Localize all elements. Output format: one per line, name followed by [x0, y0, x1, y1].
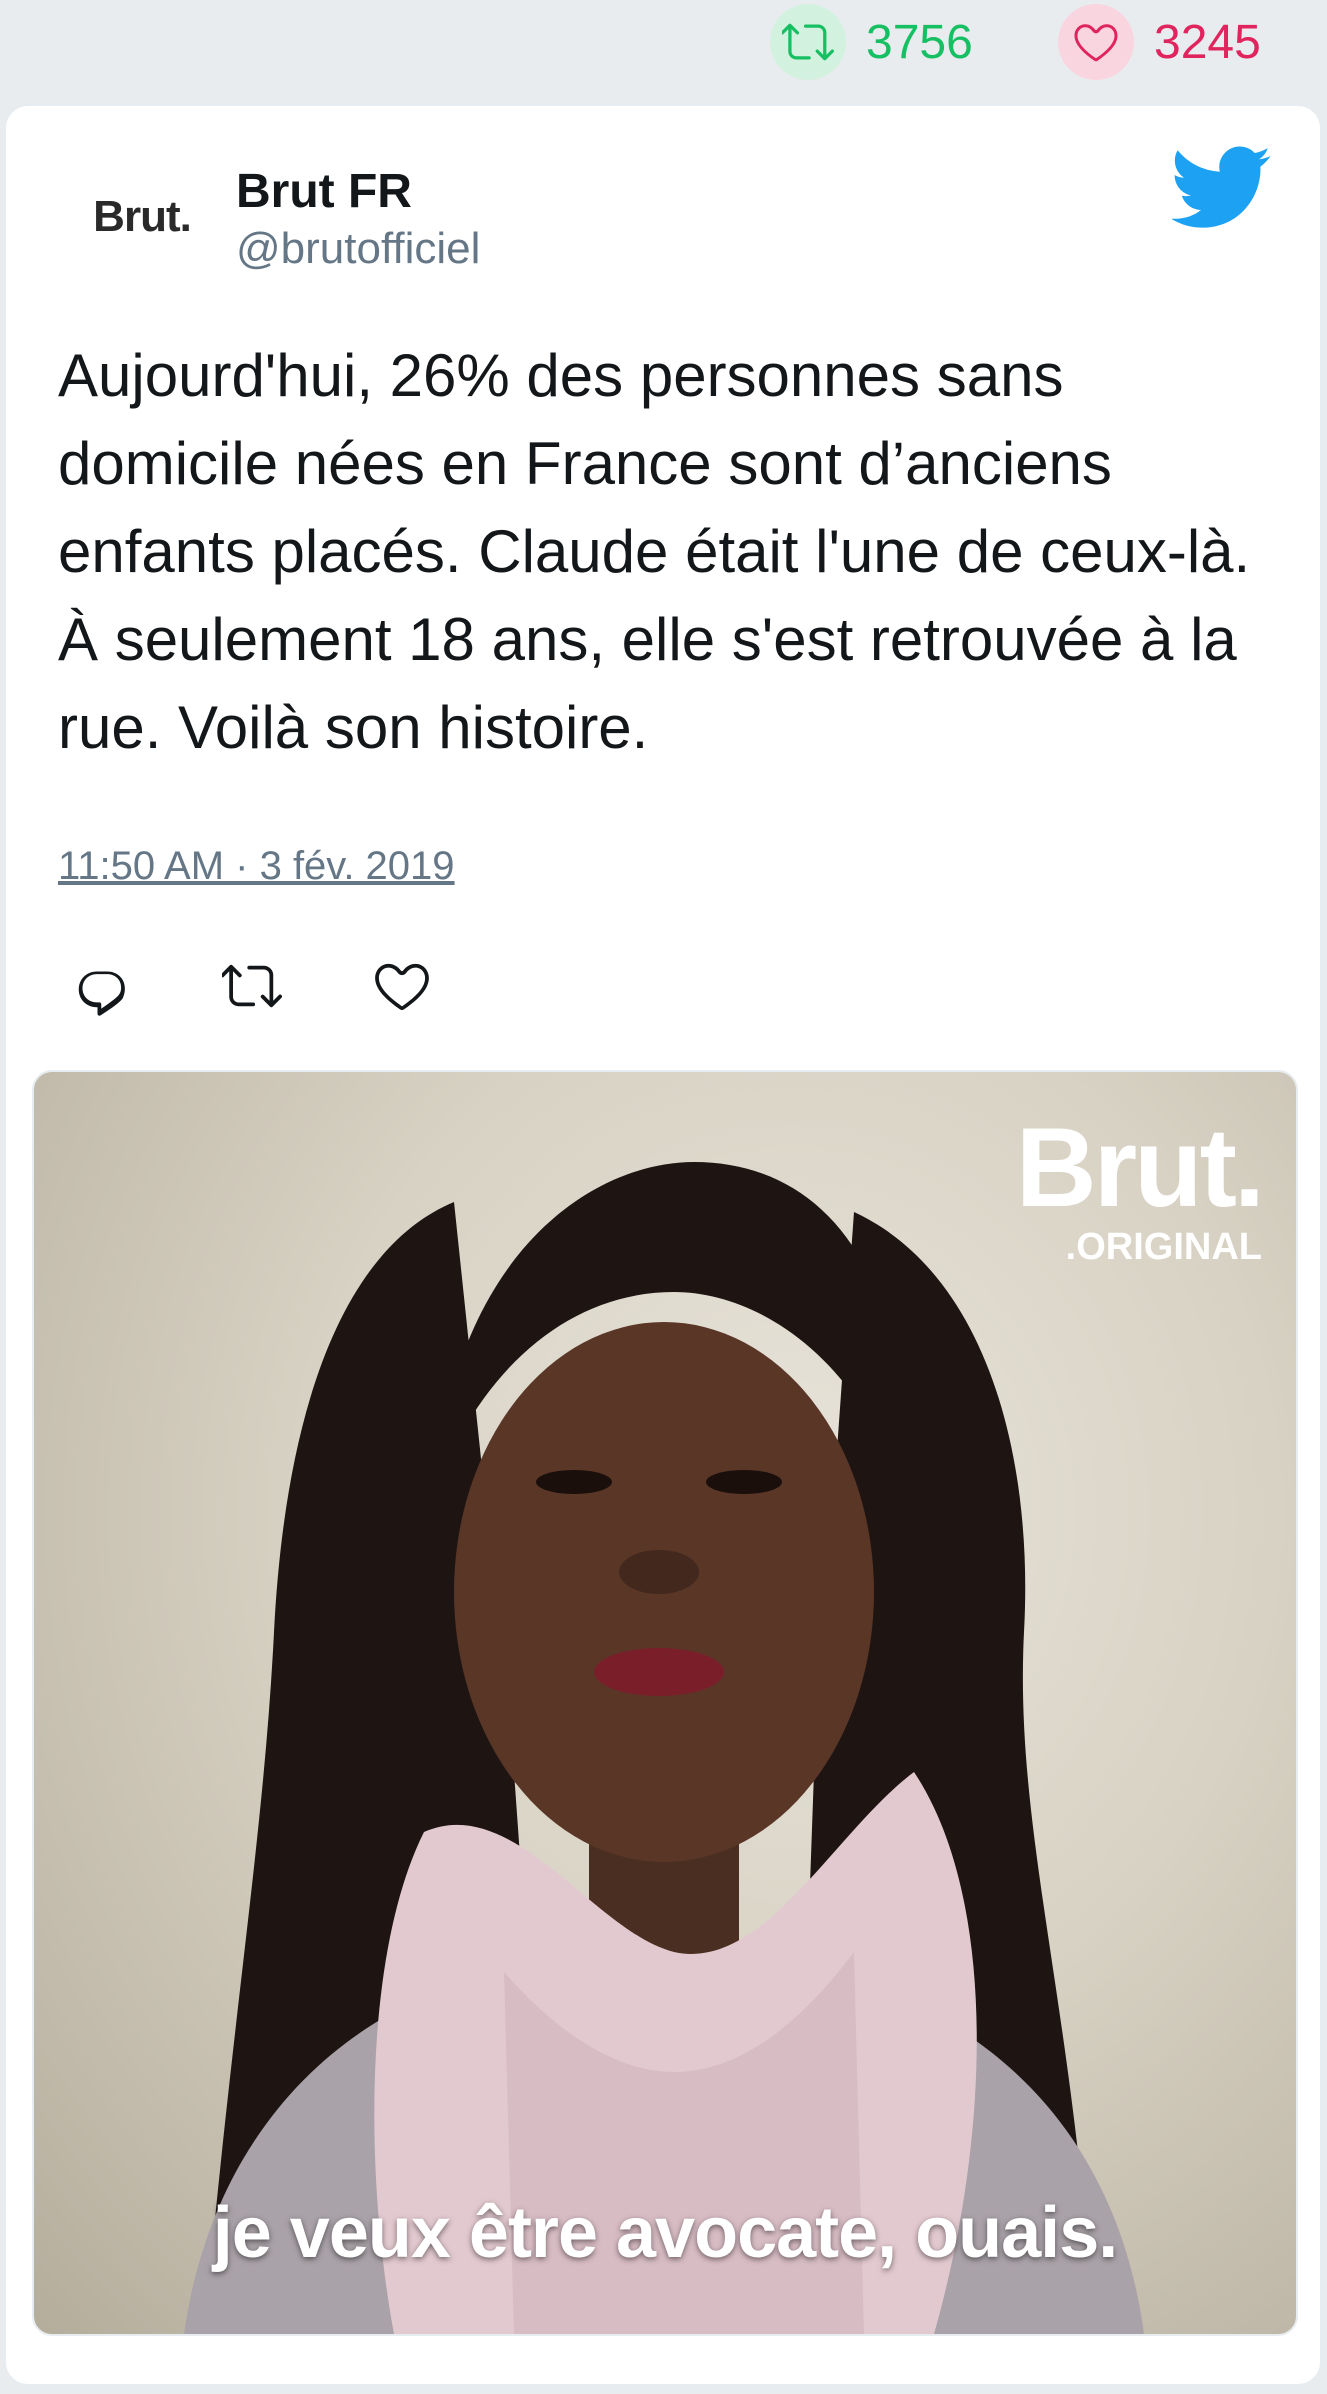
twitter-bird-icon[interactable] [1172, 146, 1272, 230]
tweet-card[interactable]: Brut. Brut FR @brutofficiel Aujourd'hui,… [4, 104, 1322, 2386]
tweet-text: Aujourd'hui, 26% des personnes sans domi… [58, 342, 1251, 761]
stats-bar: 3756 3245 [0, 0, 1327, 100]
heart-icon [1058, 4, 1134, 80]
brut-logo-main: Brut. [1015, 1105, 1265, 1230]
reply-icon[interactable] [72, 956, 132, 1016]
like-action-icon[interactable] [372, 956, 432, 1016]
tweet-actions [72, 956, 432, 1016]
retweet-count-value: 3756 [866, 15, 973, 69]
tweet-timestamp[interactable]: 11:50 AM · 3 fév. 2019 [58, 844, 455, 889]
retweet-action-icon[interactable] [222, 956, 282, 1016]
brut-logo-sub: .ORIGINAL [1065, 1226, 1262, 1268]
like-count-value: 3245 [1154, 15, 1261, 69]
video-thumbnail[interactable]: Brut. .ORIGINAL je veux être avocate, ou… [32, 1070, 1298, 2336]
avatar-logo-text: Brut. [93, 192, 192, 241]
retweet-count[interactable]: 3756 [770, 4, 973, 80]
avatar[interactable]: Brut. [62, 152, 222, 282]
author-handle[interactable]: @brutofficiel [236, 224, 480, 274]
brut-original-logo: Brut. .ORIGINAL [1015, 1105, 1265, 1268]
like-count[interactable]: 3245 [1058, 4, 1261, 80]
video-caption: je veux être avocate, ouais. [212, 2193, 1118, 2273]
retweet-icon [770, 4, 846, 80]
author-name[interactable]: Brut FR [236, 164, 412, 219]
